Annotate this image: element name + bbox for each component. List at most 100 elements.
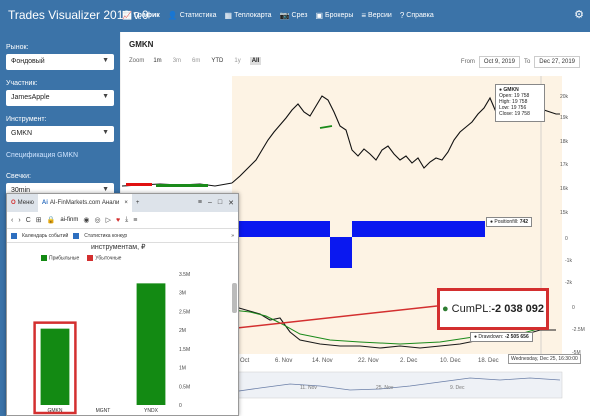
participant-select[interactable]: JamesApple ▼ <box>6 90 114 106</box>
gear-icon[interactable]: ⚙ <box>574 8 584 21</box>
position-axis-label: -1k <box>565 258 572 264</box>
nav-item-4[interactable]: ▣ Брокеры <box>315 11 353 20</box>
drawdown-tooltip: ● Drawdown: -2 505 656 <box>470 332 533 342</box>
browser-tab-bar: O Меню Ai AI-FinMarkets.com Анали × + ≡ – □… <box>7 194 238 212</box>
menu-icon[interactable]: ≡ <box>198 199 202 207</box>
back-icon[interactable]: ‹ <box>11 217 13 224</box>
price-axis-label: 19k <box>560 115 569 121</box>
nav-item-3[interactable]: 📷 Срез <box>280 11 308 20</box>
from-label: From <box>460 59 475 65</box>
download-icon[interactable]: ⤓ <box>125 216 128 224</box>
camera-icon: 📷 <box>279 11 290 20</box>
tooltip-close: Close: 19 758 <box>499 111 530 117</box>
x-axis-label: 10. Dec <box>440 358 461 364</box>
nav-item-5[interactable]: ≡ Версии <box>361 11 391 20</box>
close-icon[interactable]: ✕ <box>228 199 234 207</box>
zoom-option-6m[interactable]: 6m <box>190 57 202 65</box>
nav-item-0[interactable]: 📈 График <box>122 11 160 20</box>
top-navbar: Trades Visualizer 2019 v.0 📈 График 👤 Стати… <box>0 0 590 32</box>
new-tab-button[interactable]: + <box>132 197 144 209</box>
navigator-label: 9. Dec <box>450 385 465 391</box>
bar-y-tick-label: 1M <box>179 366 186 372</box>
date-range: From Oct 9, 2019 To Dec 27, 2019 <box>461 56 580 68</box>
zoom-option-all[interactable]: All <box>249 57 262 65</box>
x-axis-label: 2. Dec <box>400 358 418 364</box>
ai-logo-icon: Ai <box>41 200 48 206</box>
price-axis-label: 15k <box>560 210 569 216</box>
chevron-down-icon: ▼ <box>102 186 109 193</box>
bookmarks-bar: Календарь событий Статистика конкур » <box>7 229 238 243</box>
zoom-option-3m[interactable]: 3m <box>171 57 183 65</box>
main-nav: 📈 График 👤 Статистика ▦ Теплокарта 📷 Срез ▣ Броке… <box>122 11 434 20</box>
pl-axis-label: -5M <box>572 350 581 356</box>
camera-icon[interactable]: ◉ <box>83 216 89 224</box>
price-axis-label: 20k <box>560 94 569 100</box>
tab-aifinmarkets[interactable]: Ai AI-FinMarkets.com Анали × <box>37 194 132 212</box>
more-bookmarks-icon[interactable]: » <box>231 233 234 239</box>
participant-label: Участник: <box>6 80 38 87</box>
nav-item-label: Статистика <box>179 12 217 19</box>
tab-menu[interactable]: O Меню <box>7 197 38 209</box>
pl-axis-label: 0 <box>572 305 575 311</box>
cumpl-label: CumPL: <box>451 303 492 315</box>
navigator-label: 11. Nov <box>300 385 317 391</box>
zoom-option-ytd[interactable]: YTD <box>209 57 225 65</box>
user-icon: 👤 <box>167 11 178 20</box>
x-axis-label: 6. Nov <box>275 358 293 364</box>
menu-icon[interactable]: ≡ <box>133 217 137 224</box>
scrollbar[interactable] <box>232 283 237 313</box>
zoom-option-1y[interactable]: 1y <box>232 57 242 65</box>
to-label: To <box>523 59 531 65</box>
zoom-option-1m[interactable]: 1m <box>151 57 163 65</box>
bar-gmkn[interactable] <box>40 328 70 405</box>
instrument-value: GMKN <box>11 130 32 137</box>
shield-icon[interactable]: ◎ <box>94 216 100 224</box>
zoom-label: Zoom <box>129 58 145 64</box>
from-date-input[interactable]: Oct 9, 2019 <box>478 56 520 68</box>
instrument-label: Инструмент: <box>6 116 47 123</box>
url-field[interactable]: ai-finm <box>60 217 78 223</box>
x-axis-label: 14. Nov <box>312 358 333 364</box>
market-select[interactable]: Фондовый ▼ <box>6 54 114 70</box>
reload-icon[interactable]: C <box>26 217 31 224</box>
bookmark-icon <box>11 232 17 239</box>
instrument-select[interactable]: GMKN ▼ <box>6 126 114 142</box>
table-icon: ▦ <box>224 11 233 20</box>
participant-value: JamesApple <box>11 94 50 101</box>
x-axis-label: 18. Dec <box>478 358 499 364</box>
bar-yndx[interactable] <box>136 283 166 405</box>
nav-item-1[interactable]: 👤 Статистика <box>168 11 217 20</box>
ticker-title: GMKN <box>129 40 154 49</box>
cumpl-callout: ● CumPL: -2 038 092 <box>437 288 549 330</box>
nav-item-label: Справка <box>406 12 434 19</box>
market-label: Рынок: <box>6 44 29 51</box>
heart-icon[interactable]: ♥ <box>116 217 120 224</box>
nav-item-6[interactable]: ? Справка <box>400 11 434 20</box>
drawdown-value: -2 505 656 <box>504 334 529 340</box>
tab-aifinmarkets-label: AI-FinMarkets.com Анали <box>49 200 120 206</box>
price-axis-label: 17k <box>560 162 569 168</box>
navigator-label: 25. Nov <box>376 385 394 391</box>
close-tab-icon[interactable]: × <box>124 200 128 206</box>
forward-icon[interactable]: › <box>18 217 20 224</box>
price-axis-label: 16k <box>560 186 569 192</box>
to-date-input[interactable]: Dec 27, 2019 <box>534 56 580 68</box>
send-icon[interactable]: ▷ <box>106 216 111 224</box>
minimize-icon[interactable]: – <box>208 199 212 207</box>
bookmark-calendar[interactable]: Календарь событий <box>22 233 68 239</box>
bar-y-tick-label: 0.5M <box>179 384 190 390</box>
bar-category-label: YNDX <box>144 408 159 414</box>
drawdown-label: ● Drawdown: <box>474 334 505 340</box>
nav-item-label: Срез <box>291 12 308 19</box>
bookmark-stats[interactable]: Статистика конкур <box>84 233 127 239</box>
nav-item-2[interactable]: ▦ Теплокарта <box>225 11 272 20</box>
date-hint: Wednesday, Dec 25, 16:30:00 <box>508 354 581 364</box>
nav-item-label: Брокеры <box>325 12 354 19</box>
grid-icon[interactable]: ⊞ <box>36 216 42 224</box>
spec-link[interactable]: Спецификация GMKN <box>6 152 114 159</box>
position-axis-label: -2k <box>565 280 572 286</box>
window-controls: ≡ – □ ✕ <box>198 199 238 207</box>
chevron-down-icon: ▼ <box>102 93 109 100</box>
browser-popup-window[interactable]: O Меню Ai AI-FinMarkets.com Анали × + ≡ – □… <box>6 193 239 416</box>
maximize-icon[interactable]: □ <box>218 199 222 207</box>
